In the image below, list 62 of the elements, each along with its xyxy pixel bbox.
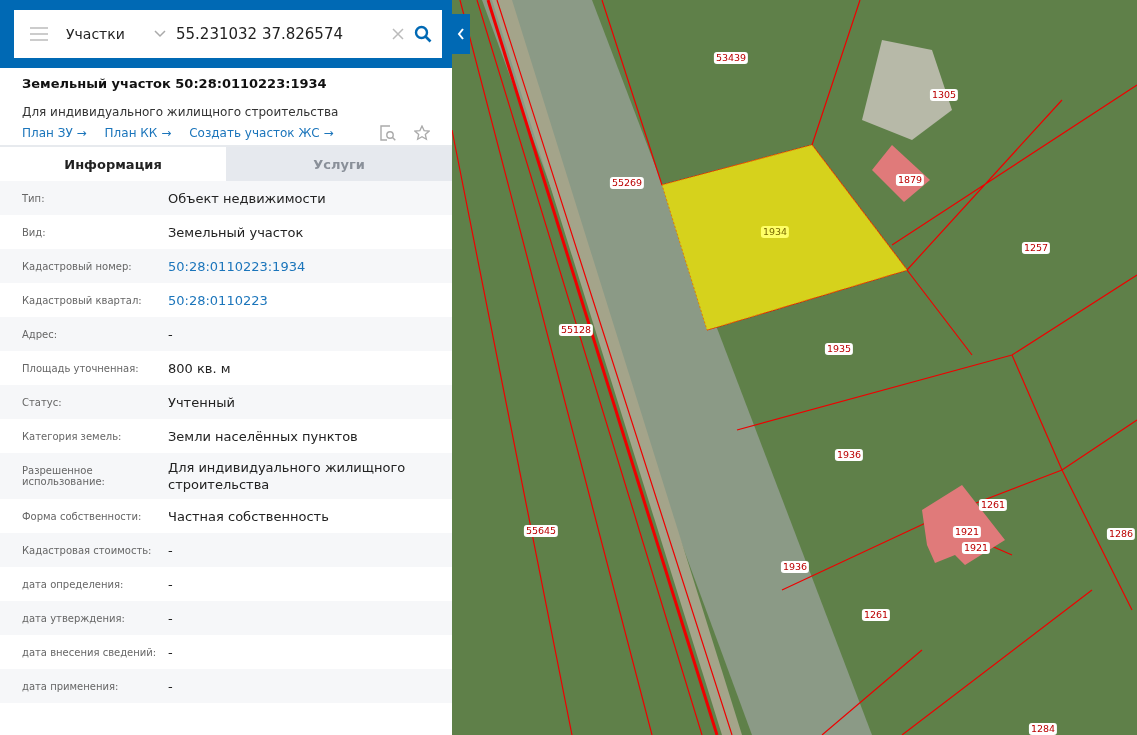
object-title: Земельный участок 50:28:0110223:1934	[22, 76, 328, 91]
chevron-down-icon[interactable]	[154, 30, 166, 38]
parcel-label[interactable]: 55128	[558, 324, 594, 336]
parcel-label[interactable]: 1921	[952, 526, 982, 538]
field-value: -	[168, 609, 173, 627]
parcel-label[interactable]: 1261	[978, 499, 1008, 511]
search-document-icon[interactable]	[380, 125, 396, 141]
search-field[interactable]: 55.231032 37.826574	[176, 25, 382, 43]
field-value: -	[168, 541, 173, 559]
field-label: дата внесения сведений:	[22, 646, 158, 658]
field-value: -	[168, 575, 173, 593]
field-value: 800 кв. м	[168, 359, 231, 377]
parcel-label[interactable]: 1257	[1021, 242, 1051, 254]
parcel-label[interactable]: 1936	[834, 449, 864, 461]
search-icon[interactable]	[414, 25, 432, 43]
parcel-label[interactable]: 1305	[929, 89, 959, 101]
chevron-left-icon	[457, 28, 465, 40]
collapse-panel-button[interactable]	[452, 14, 470, 54]
parcel-label[interactable]: 55645	[523, 525, 559, 537]
parcel-label[interactable]: 53439	[713, 52, 749, 64]
field-label: Кадастровый квартал:	[22, 294, 143, 306]
field-value: Для индивидуального жилищного строительства	[168, 459, 407, 493]
field-value: Объект недвижимости	[168, 189, 326, 207]
object-subtitle: Для индивидуального жилищного строительства	[22, 105, 340, 119]
parcel-label[interactable]: 1879	[895, 174, 925, 186]
field-value: -	[168, 643, 173, 661]
field-label: Площадь уточненная:	[22, 362, 140, 374]
field-label: Адрес:	[22, 328, 59, 340]
clear-icon[interactable]	[392, 28, 404, 40]
field-value: Учтенный	[168, 393, 235, 411]
plan-link[interactable]: План КК →	[104, 126, 172, 140]
parcel-label[interactable]: 1261	[861, 609, 891, 621]
parcel-label[interactable]: 1935	[824, 343, 854, 355]
field-label: Статус:	[22, 396, 63, 408]
field-label: дата применения:	[22, 680, 120, 692]
field-link[interactable]: 50:28:0110223:1934	[168, 257, 306, 275]
parcel-label[interactable]: 1921	[961, 542, 991, 554]
field-label: Разрешенное использование:	[22, 465, 106, 487]
field-label: дата определения:	[22, 578, 125, 590]
field-value: Частная собственность	[168, 507, 329, 525]
field-label: Тип:	[22, 192, 46, 204]
field-label: дата утверждения:	[22, 612, 126, 624]
field-value: -	[168, 677, 173, 695]
parcel-label[interactable]: 1936	[780, 561, 810, 573]
menu-icon[interactable]	[30, 27, 48, 41]
field-value: Земли населённых пунктов	[168, 427, 358, 445]
plan-link[interactable]: Создать участок ЖС →	[189, 126, 334, 140]
field-label: Кадастровый номер:	[22, 260, 133, 272]
parcel-label[interactable]: 55269	[609, 177, 645, 189]
plan-link[interactable]: План ЗУ →	[22, 126, 87, 140]
star-icon[interactable]	[414, 125, 430, 141]
parcel-label[interactable]: 1284	[1028, 723, 1058, 735]
field-value: Земельный участок	[168, 223, 304, 241]
field-label: Форма собственности:	[22, 510, 143, 522]
field-value: -	[168, 325, 173, 343]
parcel-label[interactable]: 1934	[760, 226, 790, 238]
parcel-label[interactable]: 1286	[1106, 528, 1136, 540]
field-label: Вид:	[22, 226, 47, 238]
field-link[interactable]: 50:28:0110223	[168, 291, 268, 309]
field-label: Кадастровая стоимость:	[22, 544, 153, 556]
field-label: Категория земель:	[22, 430, 123, 442]
layer-dropdown[interactable]: Участки	[66, 26, 144, 42]
